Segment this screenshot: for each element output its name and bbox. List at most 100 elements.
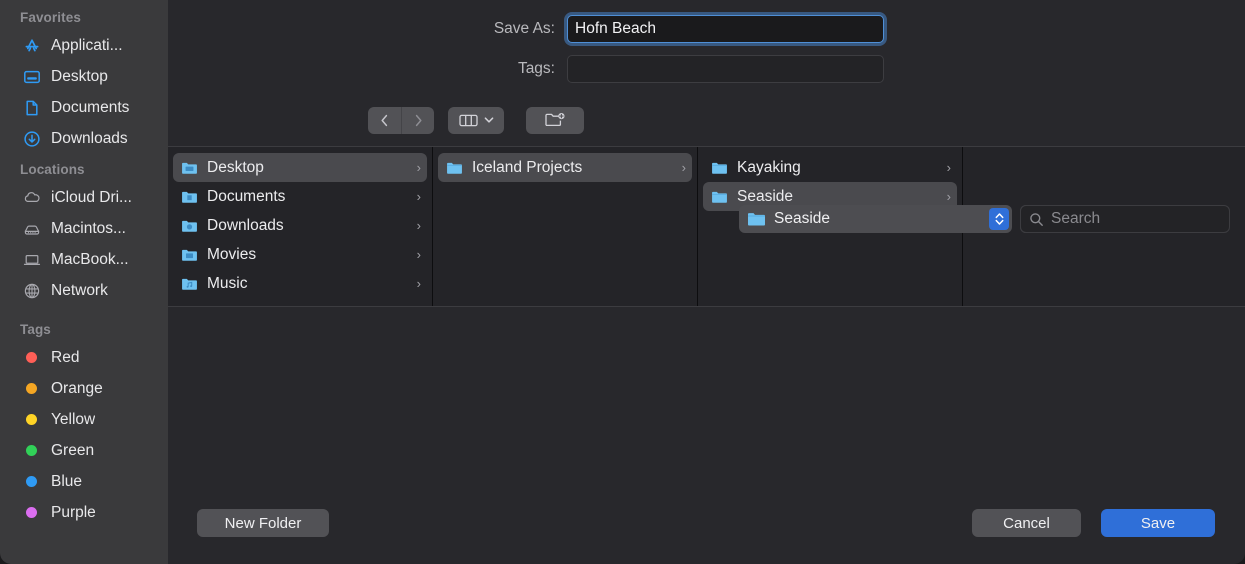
folder-icon: [181, 161, 198, 175]
chevron-right-icon: ›: [947, 160, 951, 175]
tag-dot-icon: [22, 379, 41, 398]
search-icon: [1029, 212, 1044, 227]
icloud-icon: [22, 188, 41, 207]
save-button[interactable]: Save: [1101, 509, 1215, 537]
up-down-arrows-icon: [989, 208, 1009, 230]
chevron-right-icon: ›: [682, 160, 686, 175]
column-item-downloads[interactable]: Downloads ›: [173, 211, 427, 240]
sidebar-item-label: Network: [51, 282, 108, 300]
sidebar-tag-green[interactable]: Green: [0, 435, 168, 466]
column-item-label: Seaside: [737, 188, 938, 206]
chevron-right-icon: ›: [417, 247, 421, 262]
file-browser-toolbar: Seaside Search: [168, 94, 1245, 146]
view-options-button[interactable]: [448, 107, 504, 134]
column-item-kayaking[interactable]: Kayaking ›: [703, 153, 957, 182]
sidebar-item-label: Downloads: [51, 130, 128, 148]
new-folder-toolbar-button[interactable]: [526, 107, 584, 134]
browser-column-1[interactable]: Desktop › Documents › Downloads › Movies…: [168, 147, 433, 306]
column-item-label: Kayaking: [737, 159, 938, 177]
save-dialog-window: Favorites Applicati... Desktop Documents…: [0, 0, 1245, 564]
sidebar-tag-orange[interactable]: Orange: [0, 373, 168, 404]
desktop-icon: [22, 67, 41, 86]
sidebar-tag-label: Yellow: [51, 411, 95, 429]
column-item-label: Documents: [207, 188, 408, 206]
cancel-button[interactable]: Cancel: [972, 509, 1081, 537]
save-as-row: Save As:: [168, 14, 1245, 44]
column-item-label: Downloads: [207, 217, 408, 235]
back-button[interactable]: [368, 107, 401, 134]
forward-button[interactable]: [401, 107, 434, 134]
path-popup-button[interactable]: Seaside: [739, 205, 1012, 233]
tag-dot-icon: [22, 503, 41, 522]
chevron-right-icon: [412, 113, 425, 128]
sidebar-tag-blue[interactable]: Blue: [0, 466, 168, 497]
sidebar-item-label: iCloud Dri...: [51, 189, 132, 207]
folder-icon: [711, 161, 728, 175]
dialog-main-pane: Save As: Tags:: [168, 0, 1245, 564]
sidebar-item-applications[interactable]: Applicati...: [0, 30, 168, 61]
column-item-label: Iceland Projects: [472, 159, 673, 177]
sidebar-item-label: Macintos...: [51, 220, 126, 238]
column-view-icon: [459, 113, 479, 128]
sidebar-tag-label: Purple: [51, 504, 96, 522]
column-item-movies[interactable]: Movies ›: [173, 240, 427, 269]
sidebar-item-icloud-drive[interactable]: iCloud Dri...: [0, 182, 168, 213]
dialog-footer: New Folder Cancel Save: [168, 307, 1245, 564]
sidebar-tag-label: Blue: [51, 473, 82, 491]
sidebar: Favorites Applicati... Desktop Documents…: [0, 0, 168, 564]
sidebar-item-label: Applicati...: [51, 37, 123, 55]
folder-icon: [181, 277, 198, 291]
column-item-documents[interactable]: Documents ›: [173, 182, 427, 211]
chevron-down-icon: [484, 116, 494, 124]
harddisk-icon: [22, 219, 41, 238]
sidebar-tag-label: Orange: [51, 380, 103, 398]
chevron-right-icon: ›: [417, 276, 421, 291]
search-field[interactable]: Search: [1020, 205, 1230, 233]
sidebar-tag-yellow[interactable]: Yellow: [0, 404, 168, 435]
folder-icon: [747, 211, 766, 227]
sidebar-item-network[interactable]: Network: [0, 275, 168, 306]
tags-input[interactable]: [567, 55, 884, 83]
folder-icon: [181, 190, 198, 204]
document-icon: [22, 98, 41, 117]
laptop-icon: [22, 250, 41, 269]
column-item-desktop[interactable]: Desktop ›: [173, 153, 427, 182]
sidebar-tag-red[interactable]: Red: [0, 342, 168, 373]
chevron-left-icon: [378, 113, 391, 128]
column-item-music[interactable]: Music ›: [173, 269, 427, 298]
chevron-right-icon: ›: [947, 189, 951, 204]
column-item-label: Movies: [207, 246, 408, 264]
sidebar-item-label: MacBook...: [51, 251, 129, 269]
sidebar-tag-label: Red: [51, 349, 79, 367]
sidebar-section-favorites-header: Favorites: [0, 2, 168, 30]
column-item-label: Desktop: [207, 159, 408, 177]
folder-icon: [181, 219, 198, 233]
sidebar-section-tags-header: Tags: [0, 306, 168, 342]
column-item-iceland-projects[interactable]: Iceland Projects ›: [438, 153, 692, 182]
sidebar-item-macbook[interactable]: MacBook...: [0, 244, 168, 275]
column-item-label: Music: [207, 275, 408, 293]
sidebar-item-label: Desktop: [51, 68, 108, 86]
folder-icon: [711, 190, 728, 204]
new-folder-icon: [544, 111, 566, 129]
folder-icon: [181, 248, 198, 262]
tag-dot-icon: [22, 410, 41, 429]
sidebar-item-downloads[interactable]: Downloads: [0, 123, 168, 154]
save-as-label: Save As:: [168, 20, 567, 38]
tag-dot-icon: [22, 472, 41, 491]
sidebar-item-desktop[interactable]: Desktop: [0, 61, 168, 92]
sidebar-item-documents[interactable]: Documents: [0, 92, 168, 123]
chevron-right-icon: ›: [417, 160, 421, 175]
tag-dot-icon: [22, 441, 41, 460]
navigation-buttons: [368, 107, 434, 134]
new-folder-button[interactable]: New Folder: [197, 509, 329, 537]
applications-icon: [22, 36, 41, 55]
chevron-right-icon: ›: [417, 218, 421, 233]
sidebar-tag-purple[interactable]: Purple: [0, 497, 168, 528]
save-as-input[interactable]: [567, 15, 884, 43]
downloads-icon: [22, 129, 41, 148]
save-form: Save As: Tags:: [168, 0, 1245, 94]
browser-column-2[interactable]: Iceland Projects ›: [433, 147, 698, 306]
sidebar-item-macintosh-hd[interactable]: Macintos...: [0, 213, 168, 244]
chevron-right-icon: ›: [417, 189, 421, 204]
